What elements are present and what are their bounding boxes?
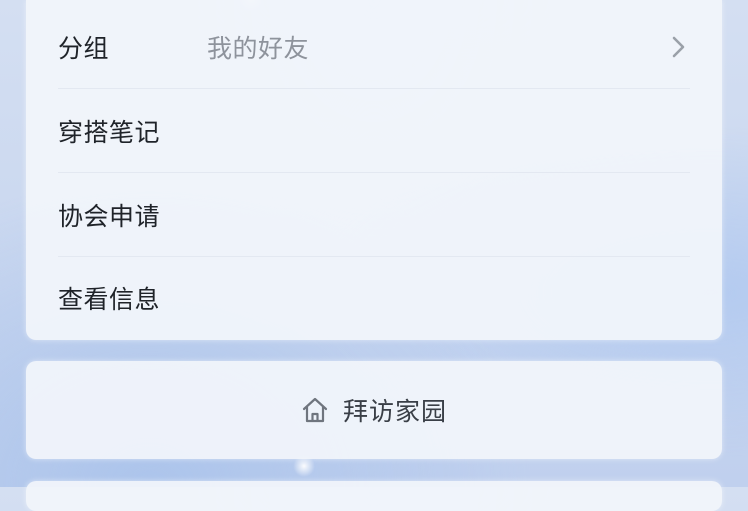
menu-row-label: 协会申请 xyxy=(58,202,161,231)
menu-row-view-info[interactable]: 查看信息 xyxy=(58,256,690,340)
menu-row-label: 穿搭笔记 xyxy=(58,118,161,147)
menu-row-outfit-notes[interactable]: 穿搭笔记 xyxy=(58,89,690,173)
home-icon xyxy=(302,397,328,423)
group-value: 我的好友 xyxy=(207,34,310,63)
visit-home-label: 拜访家园 xyxy=(342,397,447,426)
menu-row-group[interactable]: 分组 我的好友 xyxy=(58,5,690,89)
menu-row-label: 查看信息 xyxy=(58,285,161,314)
chevron-right-icon xyxy=(672,36,685,58)
menu-card: 分组 我的好友 穿搭笔记 协会申请 查看信息 xyxy=(26,0,722,340)
menu-row-association-apply[interactable]: 协会申请 xyxy=(58,173,690,257)
menu-row-label: 分组 xyxy=(58,34,110,63)
visit-home-button[interactable]: 拜访家园 xyxy=(26,361,722,459)
next-card xyxy=(26,481,722,511)
